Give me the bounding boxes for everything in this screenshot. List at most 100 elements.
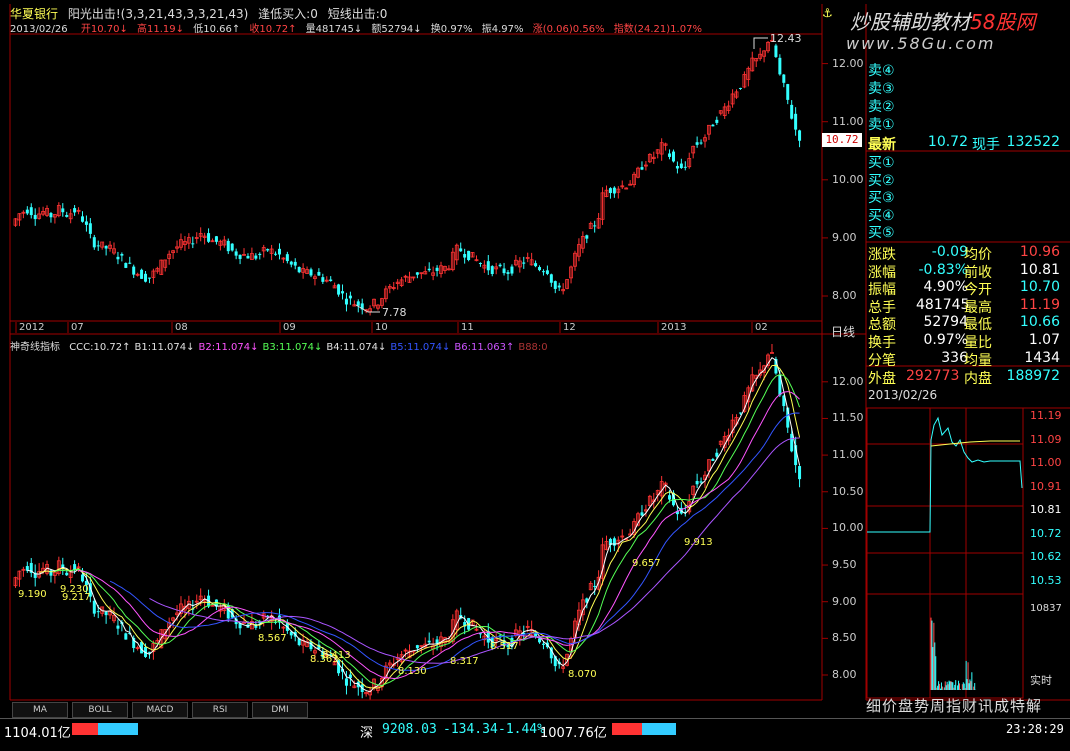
latest-value: 10.72 xyxy=(927,134,968,150)
indicator-value: B5:11.074↓ xyxy=(390,342,451,353)
mini-y-tick: 10.62 xyxy=(1030,550,1062,563)
upper-candle-body xyxy=(80,216,84,222)
indicator-annotation: 8.130 xyxy=(398,666,427,677)
upper-x-tick: 07 xyxy=(71,322,84,333)
lower-candle-body xyxy=(538,638,542,643)
indicator-name[interactable]: 神奇线指标 xyxy=(10,342,60,353)
tab-dmi[interactable]: DMI xyxy=(252,702,308,718)
upper-x-tick: 08 xyxy=(175,322,188,333)
latest-label: 最新 xyxy=(868,137,896,153)
watermark-text: 炒股辅助教材 xyxy=(850,10,970,34)
upper-candle-body xyxy=(486,261,490,271)
upper-candle-body xyxy=(329,279,333,282)
indicator-annotation: 9.913 xyxy=(684,537,713,548)
indicator-value: B3:11.074↓ xyxy=(262,342,323,353)
lower-candle-body xyxy=(715,452,719,457)
upper-candle-body xyxy=(207,233,211,242)
upper-candle-body xyxy=(321,277,325,282)
indicator-value: B1:11.074↓ xyxy=(134,342,195,353)
tab-ma[interactable]: MA xyxy=(12,702,68,718)
current-price-tag: 10.72 xyxy=(822,133,862,147)
upper-candle-body xyxy=(132,266,136,275)
ma-line xyxy=(149,437,800,664)
quote-value: 4.90% xyxy=(923,279,968,296)
indicator-annotation: 9.217 xyxy=(62,592,91,603)
upper-candle-body xyxy=(679,163,683,169)
quote-value: 52794 xyxy=(923,314,968,331)
open-value: 开10.70↓ xyxy=(80,24,128,35)
lower-candle-body xyxy=(348,674,352,678)
upper-candle-body xyxy=(337,284,341,295)
upper-candle-body xyxy=(61,208,65,213)
mini-y-tick: 10.91 xyxy=(1030,479,1062,493)
indicator-value: B2:11.074↓ xyxy=(198,342,259,353)
upper-candle-body xyxy=(463,254,467,258)
indicator-annotation: 8.567 xyxy=(258,633,287,644)
upper-candle-body xyxy=(348,295,352,299)
tab-boll[interactable]: BOLL xyxy=(72,702,128,718)
upper-candle-body xyxy=(116,256,120,260)
mini-date: 2013/02/26 xyxy=(868,388,938,402)
indicator-value: B88:0 xyxy=(518,342,548,353)
status-market: 深 xyxy=(360,726,374,741)
upper-candle-body xyxy=(506,272,510,274)
latest-row: 最新 10.72 现手 132522 xyxy=(866,134,1070,153)
stock-name[interactable]: 华夏银行 xyxy=(10,7,58,21)
lower-candle-body xyxy=(798,466,802,480)
upper-candle-body xyxy=(549,274,553,283)
now-hand-value: 132522 xyxy=(1006,134,1060,150)
tab-macd[interactable]: MACD xyxy=(132,702,188,718)
status-change: -134.34 xyxy=(443,722,498,737)
quote-value: 481745 xyxy=(916,296,970,313)
watermark-title: 炒股辅助教材58股网 xyxy=(850,6,1035,35)
close-value: 收10.72↑ xyxy=(249,24,297,35)
indicator-value: B6:11.063↑ xyxy=(454,342,515,353)
realtime-label[interactable]: 实时 xyxy=(1030,672,1052,688)
upper-x-tick: 12 xyxy=(563,322,576,333)
indicator-annotation: 8.363 xyxy=(310,654,339,665)
period-label[interactable]: 日线 xyxy=(831,323,855,340)
lower-y-tick: 11.50 xyxy=(832,411,864,425)
upper-candle-body xyxy=(675,165,679,169)
quote-value-2: 10.66 xyxy=(1019,314,1060,331)
buy-level-label: 买⑤ xyxy=(868,225,895,241)
upper-candle-body xyxy=(344,298,348,305)
lower-candle-body xyxy=(96,611,100,613)
upper-candle-body xyxy=(541,271,545,273)
quote-value: -0.09 xyxy=(931,244,968,260)
ma-line xyxy=(39,364,801,689)
mini-y-tick: 10.53 xyxy=(1030,573,1062,587)
tab-rsi[interactable]: RSI xyxy=(192,702,248,718)
upper-x-tick: 2012 xyxy=(19,322,45,333)
upper-x-tick: 10 xyxy=(375,322,388,333)
upper-candle-body xyxy=(553,281,557,289)
upper-candle-body xyxy=(274,253,278,255)
upper-x-tick: 02 xyxy=(755,322,768,333)
lower-candle-body xyxy=(738,412,742,414)
inner-label: 内盘 xyxy=(964,371,992,387)
upper-candle-body xyxy=(246,255,250,259)
indicator-line: 神奇线指标 CCC:10.72↑ B1:11.074↓ B2:11.074↓ B3:1… xyxy=(10,338,552,353)
upper-candle-body xyxy=(510,266,514,274)
upper-candle-body xyxy=(234,251,238,256)
upper-candle-body xyxy=(557,285,561,288)
lower-y-tick: 9.50 xyxy=(832,558,857,572)
anchor-icon[interactable]: ⚓ xyxy=(822,6,833,20)
upper-candle-body xyxy=(467,250,471,261)
lower-candle-body xyxy=(344,678,348,686)
lower-candle-body xyxy=(92,600,96,614)
indicator-annotation: 9.657 xyxy=(632,558,661,569)
turnover-value: 换0.97% xyxy=(430,24,473,35)
upper-candle-body xyxy=(585,235,589,239)
upper-candle-body xyxy=(65,214,69,217)
quote-value-2: 1434 xyxy=(1024,349,1060,366)
upper-candle-body xyxy=(84,221,88,225)
upper-candle-body xyxy=(140,269,144,279)
upper-y-tick: 12.00 xyxy=(832,56,864,70)
high-marker-label: 12.43 xyxy=(770,32,802,45)
upper-candle-body xyxy=(782,74,786,83)
lower-candle-body xyxy=(640,512,644,516)
lower-candle-body xyxy=(80,574,84,582)
right-tabs[interactable]: 细价盘势周指财讯成特解 xyxy=(866,695,1042,716)
upper-candle-body xyxy=(738,87,742,89)
